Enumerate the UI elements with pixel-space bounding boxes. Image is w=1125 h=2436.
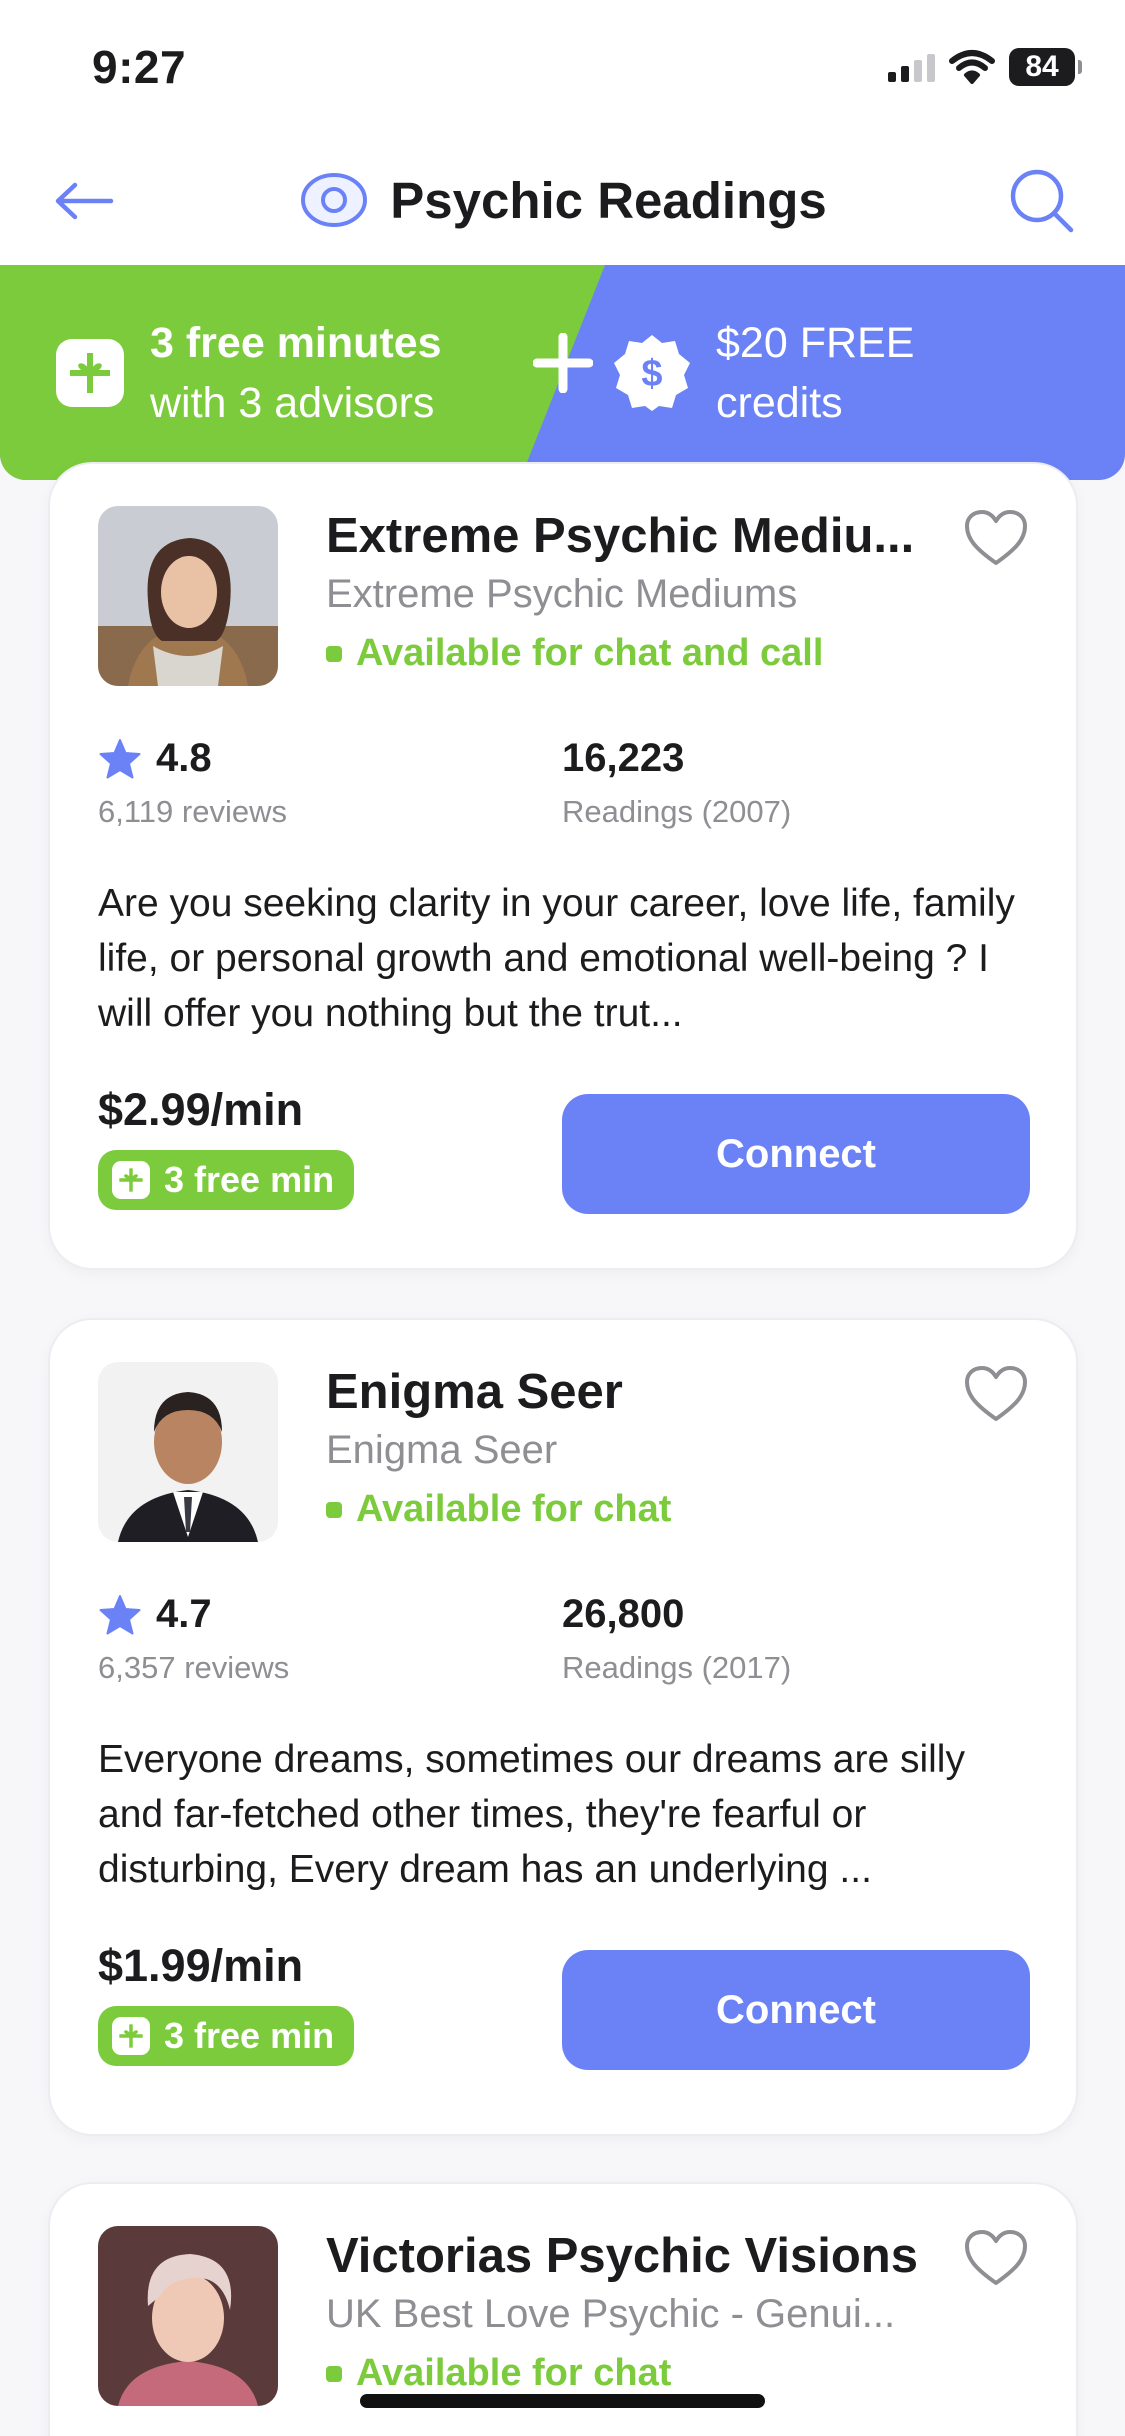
svg-text:$: $ bbox=[641, 353, 662, 395]
favorite-button[interactable] bbox=[960, 502, 1032, 574]
home-indicator[interactable] bbox=[360, 2394, 765, 2408]
cellular-signal-icon bbox=[888, 52, 935, 82]
free-minutes-text: 3 free min bbox=[164, 1159, 335, 1200]
dollar-badge-icon: $ bbox=[612, 333, 692, 413]
free-minutes-badge: 3 free min bbox=[98, 1150, 355, 1210]
rating: 4.7 bbox=[98, 1592, 212, 1637]
promo-left-line2: with 3 advisors bbox=[150, 379, 435, 427]
connect-button[interactable]: Connect bbox=[562, 1094, 1030, 1214]
promo-free-minutes-text: 3 free minutes with 3 advisors bbox=[150, 313, 442, 433]
status-dot-icon bbox=[326, 645, 342, 662]
rating-value: 4.8 bbox=[156, 736, 212, 780]
avatar bbox=[98, 506, 278, 686]
status-bar: 9:27 84 bbox=[0, 0, 1125, 140]
readings-label: Readings (2017) bbox=[562, 1650, 792, 1685]
price-per-minute: $1.99/min bbox=[98, 1940, 304, 1991]
status-dot-icon bbox=[326, 2365, 342, 2382]
status-icons: 84 bbox=[888, 48, 1082, 86]
advisor-card[interactable]: Extreme Psychic Mediu... Extreme Psychic… bbox=[48, 462, 1078, 1270]
promo-left-line1: 3 free minutes bbox=[150, 319, 442, 367]
status-time: 9:27 bbox=[92, 41, 187, 93]
eye-icon bbox=[298, 164, 370, 236]
advisor-subtitle: Enigma Seer bbox=[326, 1428, 558, 1472]
rating: 4.8 bbox=[98, 736, 212, 781]
availability-text: Available for chat and call bbox=[356, 632, 824, 674]
star-icon bbox=[99, 738, 141, 778]
plus-icon bbox=[533, 333, 593, 393]
availability-text: Available for chat bbox=[356, 2352, 672, 2394]
reviews-count: 6,119 reviews bbox=[98, 794, 287, 829]
promo-free-credits-text: $20 FREE credits bbox=[716, 313, 914, 433]
free-minutes-text: 3 free min bbox=[164, 2015, 335, 2056]
readings-count: 26,800 bbox=[562, 1592, 685, 1636]
title-group: Psychic Readings bbox=[0, 164, 1125, 236]
promo-free-minutes: 3 free minutes with 3 advisors bbox=[56, 313, 442, 433]
gift-icon bbox=[56, 339, 124, 407]
availability-text: Available for chat bbox=[356, 1488, 672, 1530]
search-button[interactable] bbox=[1003, 162, 1081, 240]
wifi-icon bbox=[949, 50, 995, 84]
advisor-subtitle: UK Best Love Psychic - Genui... bbox=[326, 2292, 896, 2336]
page-title: Psychic Readings bbox=[390, 171, 827, 229]
readings-label: Readings (2007) bbox=[562, 794, 792, 829]
nav-header: Psychic Readings bbox=[0, 140, 1125, 265]
gift-icon bbox=[112, 2017, 150, 2055]
promo-banner[interactable]: 3 free minutes with 3 advisors $ $20 FRE… bbox=[0, 265, 1125, 480]
favorite-button[interactable] bbox=[960, 1358, 1032, 1430]
star-icon bbox=[99, 1594, 141, 1634]
availability-status: Available for chat bbox=[326, 2352, 671, 2395]
promo-free-credits: $ $20 FREE credits bbox=[612, 313, 914, 433]
connect-button[interactable]: Connect bbox=[562, 1950, 1030, 2070]
advisor-name: Victorias Psychic Visions bbox=[326, 2229, 918, 2283]
gift-icon bbox=[112, 1161, 150, 1199]
advisor-description: Are you seeking clarity in your career, … bbox=[98, 882, 1015, 1035]
free-minutes-badge: 3 free min bbox=[98, 2006, 355, 2066]
heart-icon bbox=[965, 2230, 1027, 2285]
advisor-card[interactable]: Enigma Seer Enigma Seer Available for ch… bbox=[48, 1318, 1078, 2136]
search-icon bbox=[1010, 169, 1074, 233]
price-per-minute: $2.99/min bbox=[98, 1084, 304, 1135]
advisor-description: Everyone dreams, sometimes our dreams ar… bbox=[98, 1738, 965, 1891]
avatar bbox=[98, 1362, 278, 1542]
reviews-count: 6,357 reviews bbox=[98, 1650, 290, 1685]
advisor-subtitle: Extreme Psychic Mediums bbox=[326, 572, 798, 616]
availability-status: Available for chat bbox=[326, 1488, 671, 1531]
advisor-name: Enigma Seer bbox=[326, 1365, 623, 1419]
favorite-button[interactable] bbox=[960, 2222, 1032, 2294]
avatar bbox=[98, 2226, 278, 2406]
promo-right-line1: $20 FREE bbox=[716, 319, 915, 367]
status-dot-icon bbox=[326, 1501, 342, 1518]
heart-icon bbox=[965, 510, 1027, 565]
promo-right-line2: credits bbox=[716, 379, 843, 427]
advisor-name: Extreme Psychic Mediu... bbox=[326, 509, 915, 563]
battery-icon: 84 bbox=[1009, 48, 1082, 86]
readings-count: 16,223 bbox=[562, 736, 685, 780]
heart-icon bbox=[965, 1366, 1027, 1421]
rating-value: 4.7 bbox=[156, 1592, 212, 1636]
availability-status: Available for chat and call bbox=[326, 632, 823, 675]
